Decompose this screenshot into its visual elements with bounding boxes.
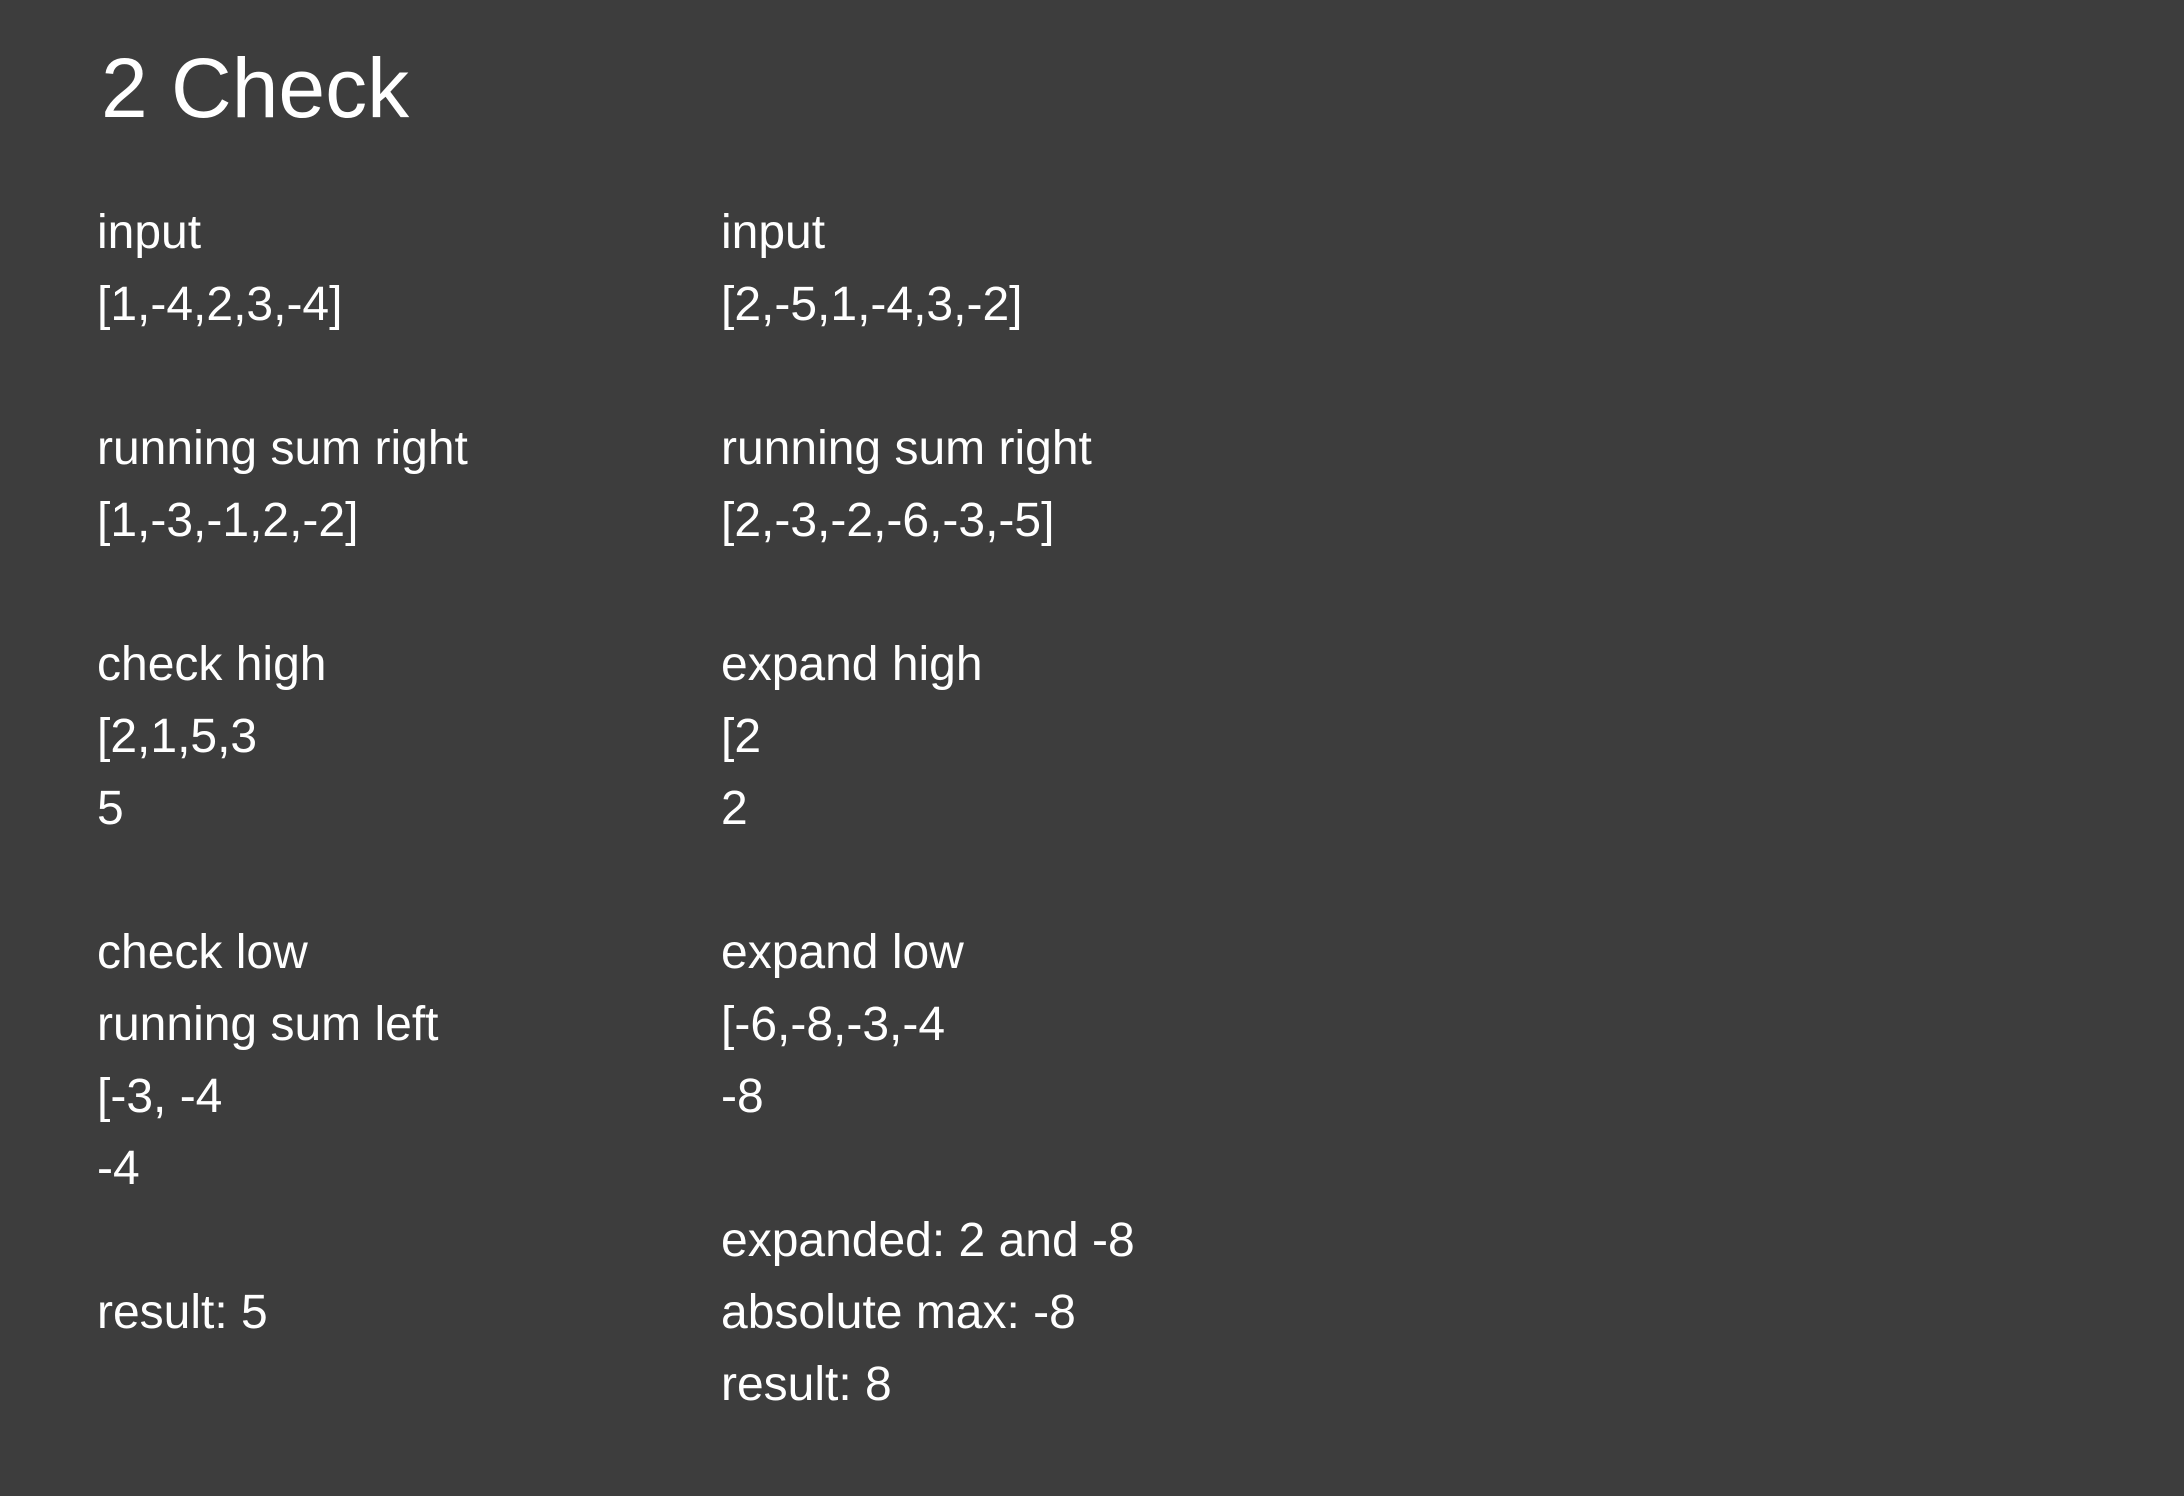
right-column-line: -8 [721, 1070, 764, 1123]
right-column-line: 2 [721, 782, 748, 835]
left-column-line: [2,1,5,3 [97, 710, 258, 763]
right-column-spacer [721, 845, 1135, 917]
left-column-spacer [97, 1205, 468, 1277]
right-column-line: expand high [721, 638, 983, 691]
left-column-line: [-3, -4 [97, 1070, 223, 1123]
left-column-line: -4 [97, 1142, 140, 1195]
right-column-line: input [721, 206, 826, 259]
right-column-line: [2,-3,-2,-6,-3,-5] [721, 494, 1055, 547]
right-column-line: [-6,-8,-3,-4 [721, 998, 946, 1051]
left-column-line: [1,-4,2,3,-4] [97, 278, 343, 331]
right-column-line: [2 [721, 710, 762, 763]
right-column: input [2,-5,1,-4,3,-2] running sum right [2… [721, 197, 1135, 1421]
left-column-spacer [97, 845, 468, 917]
right-column-line: expanded: 2 and -8 [721, 1214, 1135, 1267]
left-column-line: [1,-3,-1,2,-2] [97, 494, 359, 547]
left-column-line: running sum left [97, 998, 439, 1051]
left-column-line: check high [97, 638, 327, 691]
left-column-line: running sum right [97, 422, 468, 475]
right-column-line: absolute max: -8 [721, 1286, 1076, 1339]
left-column: input [1,-4,2,3,-4] running sum right [1,-3… [97, 197, 468, 1349]
right-column-line: running sum right [721, 422, 1092, 475]
left-column-spacer [97, 557, 468, 629]
right-column-spacer [721, 1133, 1135, 1205]
page-title: 2 Check [101, 41, 410, 135]
right-column-spacer [721, 557, 1135, 629]
right-column-line: expand low [721, 926, 964, 979]
left-column-line: input [97, 206, 202, 259]
left-column-line: 5 [97, 782, 124, 835]
left-column-spacer [97, 341, 468, 413]
left-column-line: result: 5 [97, 1286, 268, 1339]
left-column-line: check low [97, 926, 308, 979]
right-column-line: result: 8 [721, 1358, 892, 1411]
right-column-spacer [721, 341, 1135, 413]
right-column-line: [2,-5,1,-4,3,-2] [721, 278, 1023, 331]
